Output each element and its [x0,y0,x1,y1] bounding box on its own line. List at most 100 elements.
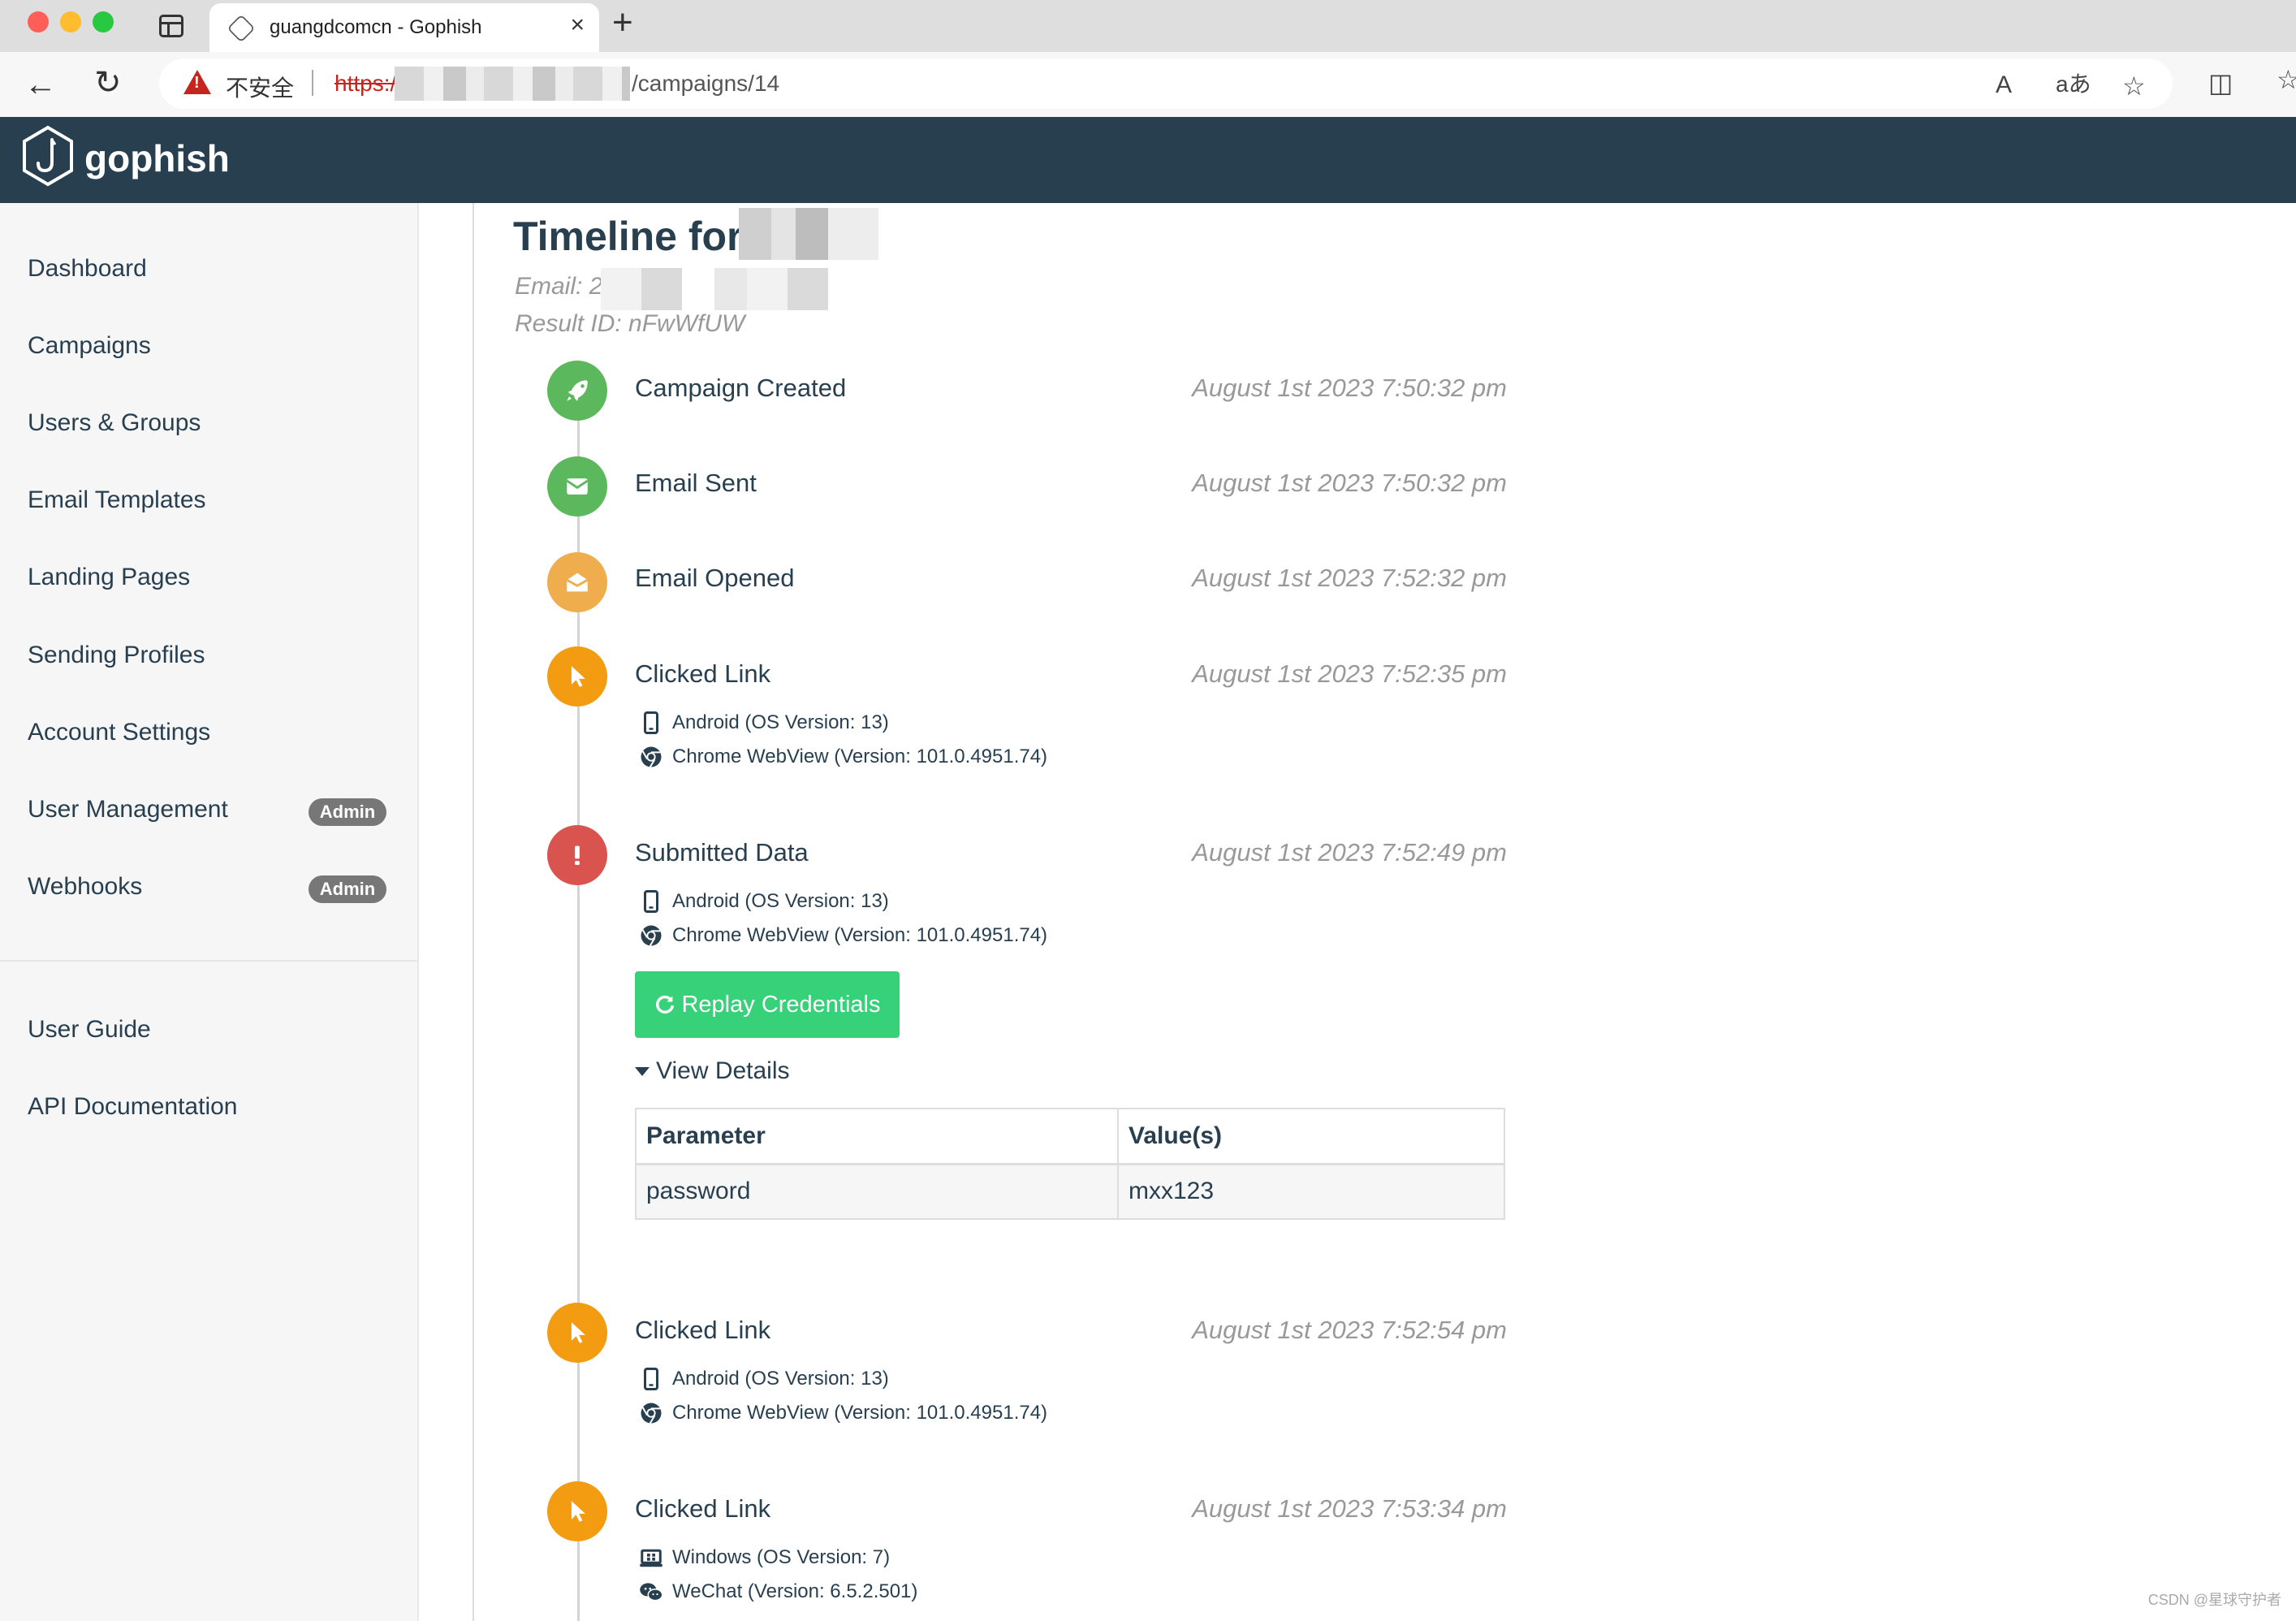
address-separator [312,70,313,96]
laptop-icon [638,1545,664,1571]
sidebar-item-landing-pages[interactable]: Landing Pages [28,564,190,591]
warning-icon [183,70,211,94]
device-os-text: Android (OS Version: 13) [672,890,889,912]
browser-tab-bar: guangdcomcn - Gophish × + [0,0,2296,52]
window-maximize-button[interactable] [93,11,114,32]
envelope-open-icon [547,552,607,612]
mobile-phone-icon [638,1366,664,1392]
device-os-text: Android (OS Version: 13) [672,1368,889,1390]
timeline-event-time: August 1st 2023 7:52:35 pm [1192,659,1507,688]
sidebar-item-user-guide[interactable]: User Guide [28,1016,151,1044]
url-scheme: https:/ [334,71,397,96]
gophish-favicon-icon [227,14,256,43]
sidebar-item-webhooks[interactable]: Webhooks [28,873,142,901]
sidebar-item-api-documentation[interactable]: API Documentation [28,1093,237,1121]
target-email-redacted [601,268,828,310]
admin-badge: Admin [309,798,386,826]
timeline-event-time: August 1st 2023 7:52:54 pm [1192,1316,1507,1344]
view-details-label: View Details [656,1057,790,1084]
caret-down-icon [635,1066,650,1076]
translate-icon[interactable]: aあ [2056,73,2091,96]
result-id: Result ID: nFwWfUW [515,310,745,337]
table-cell-value: mxx123 [1117,1163,1505,1220]
timeline-event-message: Campaign Created [635,374,847,402]
sidebar-item-campaigns[interactable]: Campaigns [28,332,151,360]
table-row: password mxx123 [635,1163,1505,1220]
refresh-icon [656,995,675,1014]
app-navbar: gophish [0,117,2296,203]
device-os-text: Windows (OS Version: 7) [672,1546,891,1568]
target-email: Email: 2( [515,273,611,300]
tab-title: guangdcomcn - Gophish [270,16,482,38]
sidebar-item-users-groups[interactable]: Users & Groups [28,409,201,437]
url-host-redacted [395,67,630,101]
sidebar-divider [0,960,417,962]
browser-tab-active[interactable]: guangdcomcn - Gophish × [209,3,599,52]
replay-credentials-label: Replay Credentials [681,991,881,1018]
security-status[interactable]: 不安全 [226,71,294,103]
sidebar-item-dashboard[interactable]: Dashboard [28,255,147,283]
sidebar-item-sending-profiles[interactable]: Sending Profiles [28,642,205,669]
table-header-values: Value(s) [1117,1108,1505,1165]
device-os-text: Android (OS Version: 13) [672,711,889,733]
address-bar[interactable]: 不安全 https:/ /campaigns/14 A aあ ☆ [159,58,2173,109]
mobile-phone-icon [638,710,664,736]
table-cell-parameter: password [635,1163,1119,1220]
watermark: CSDN @星球守护者 [2147,1592,2281,1608]
timeline-event-time: August 1st 2023 7:53:34 pm [1192,1494,1507,1523]
replay-credentials-button[interactable]: Replay Credentials [635,971,900,1038]
device-os: Windows (OS Version: 7) [638,1545,890,1571]
timeline-event-message: Email Opened [635,564,795,592]
device-os: Android (OS Version: 13) [638,1366,889,1392]
split-screen-icon[interactable]: ◫ [2208,70,2233,96]
timeline-event-message: Email Sent [635,469,757,497]
timeline-event-time: August 1st 2023 7:52:32 pm [1192,564,1507,592]
chrome-icon [638,1400,664,1426]
new-tab-icon[interactable]: + [612,5,633,41]
device-browser-text: Chrome WebView (Version: 101.0.4951.74) [672,1402,1048,1424]
url-path: /campaigns/14 [632,71,780,96]
timeline-event-time: August 1st 2023 7:50:32 pm [1192,374,1507,402]
tab-actions-icon[interactable] [159,15,183,37]
chrome-icon [638,923,664,949]
chrome-icon [638,744,664,770]
browser-toolbar: ← ↻ 不安全 https:/ /campaigns/14 A aあ ☆ ◫ ☆ [0,52,2296,117]
favorite-star-icon[interactable]: ☆ [2122,73,2146,99]
sidebar: Dashboard Campaigns Users & Groups Email… [0,203,419,1621]
timeline-event-time: August 1st 2023 7:52:49 pm [1192,838,1507,867]
window-minimize-button[interactable] [60,11,81,32]
admin-badge: Admin [309,875,386,903]
rocket-icon [547,361,607,421]
sidebar-item-user-management[interactable]: User Management [28,796,228,823]
envelope-icon [547,456,607,517]
back-arrow-icon[interactable]: ← [24,68,57,101]
table-header-parameter: Parameter [635,1108,1119,1165]
wechat-icon [638,1579,664,1605]
device-browser: Chrome WebView (Version: 101.0.4951.74) [638,923,1047,949]
timeline-event-message: Clicked Link [635,659,771,688]
view-details-toggle[interactable]: View Details [635,1057,790,1085]
gophish-logo-icon[interactable] [21,125,75,187]
window-close-button[interactable] [28,11,49,32]
device-os: Android (OS Version: 13) [638,710,889,736]
timeline-event-message: Submitted Data [635,838,809,867]
content-divider [473,203,474,1621]
read-aloud-icon[interactable]: A [1996,73,2012,97]
device-browser-text: WeChat (Version: 6.5.2.501) [672,1580,918,1602]
device-browser-text: Chrome WebView (Version: 101.0.4951.74) [672,924,1048,946]
brand-name[interactable]: gophish [84,136,230,180]
reload-icon[interactable]: ↻ [94,67,122,99]
submitted-data-table: Parameter Value(s) password mxx123 [635,1108,1505,1220]
timeline-event-message: Clicked Link [635,1494,771,1523]
target-name-redacted [739,208,878,260]
sidebar-item-account-settings[interactable]: Account Settings [28,719,210,746]
pointer-icon [547,646,607,707]
favorites-icon[interactable]: ☆ [2277,67,2296,93]
sidebar-item-email-templates[interactable]: Email Templates [28,486,206,514]
device-browser: WeChat (Version: 6.5.2.501) [638,1579,917,1605]
timeline-event-message: Clicked Link [635,1316,771,1344]
exclamation-icon [547,825,607,885]
tab-close-icon[interactable]: × [570,13,585,37]
device-browser: Chrome WebView (Version: 101.0.4951.74) [638,1400,1047,1426]
device-browser: Chrome WebView (Version: 101.0.4951.74) [638,744,1047,770]
